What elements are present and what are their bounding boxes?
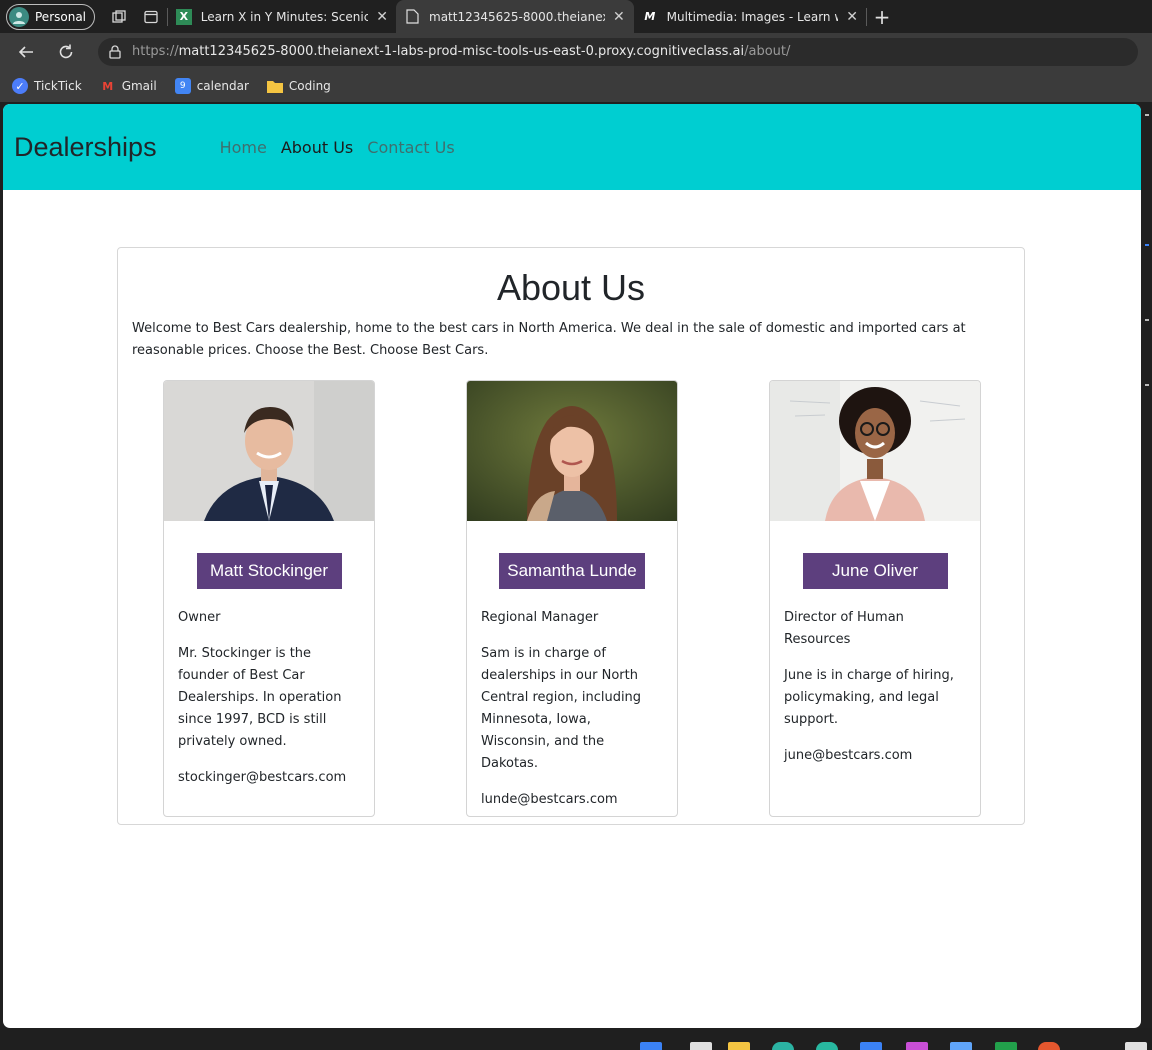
edge-mark	[1145, 319, 1149, 321]
url-host: matt12345625-8000.theianext-1-labs-prod-…	[178, 44, 745, 59]
tab-about-active[interactable]: matt12345625-8000.theianext-1- ✕	[396, 0, 635, 33]
person-bio: June is in charge of hiring, policymakin…	[784, 668, 954, 727]
taskbar-app-icon[interactable]	[816, 1042, 838, 1050]
learnx-favicon-icon: X	[176, 8, 192, 25]
bookmark-label: TickTick	[34, 79, 82, 93]
nav-link-contact[interactable]: Contact Us	[367, 138, 454, 157]
address-bar-row: https://matt12345625-8000.theianext-1-la…	[0, 33, 1152, 70]
taskbar-app-icon[interactable]	[690, 1042, 712, 1050]
tab-actions-icon[interactable]	[135, 1, 167, 33]
person-bio: Mr. Stockinger is the founder of Best Ca…	[178, 646, 342, 749]
bookmark-gmail[interactable]: M Gmail	[100, 78, 157, 94]
person-card-matt: Matt Stockinger Owner Mr. Stockinger is …	[163, 380, 375, 817]
os-taskbar	[0, 1028, 1152, 1050]
edge-mark	[1145, 244, 1149, 246]
tab-mdn[interactable]: M Multimedia: Images - Learn web ✕	[634, 0, 866, 33]
calendar-icon: 9	[174, 78, 191, 94]
profile-button[interactable]: Personal	[6, 3, 96, 30]
page-title: About Us	[496, 267, 646, 308]
taskbar-app-icon[interactable]	[860, 1042, 882, 1050]
gmail-icon: M	[102, 79, 114, 93]
person-email: lunde@bestcars.com	[481, 792, 618, 807]
close-icon[interactable]: ✕	[613, 9, 625, 25]
site-navbar: Dealerships Home About Us Contact Us	[3, 104, 1141, 190]
person-role: Owner	[178, 610, 221, 625]
taskbar-app-icon[interactable]	[1038, 1042, 1060, 1050]
new-tab-icon[interactable]: +	[867, 5, 897, 29]
bookmark-ticktick[interactable]: ✓ TickTick	[12, 78, 82, 94]
person-name-badge: Matt Stockinger	[196, 553, 342, 589]
samantha-photo	[467, 381, 677, 521]
refresh-icon[interactable]	[46, 36, 86, 68]
taskbar-app-icon[interactable]	[906, 1042, 928, 1050]
bookmark-label: Coding	[288, 79, 331, 93]
tab-title: matt12345625-8000.theianext-1-	[429, 9, 605, 24]
bookmark-label: Gmail	[121, 79, 157, 93]
person-email: june@bestcars.com	[784, 748, 913, 763]
matt-photo	[164, 381, 374, 521]
tab-title: Multimedia: Images - Learn web	[666, 9, 839, 24]
person-email: stockinger@bestcars.com	[178, 770, 347, 785]
url-scheme: https://	[132, 44, 179, 59]
about-intro-text: Welcome to Best Cars dealership, home to…	[132, 321, 966, 358]
bookmark-coding[interactable]: Coding	[266, 78, 331, 94]
person-name-badge: Samantha Lunde	[499, 553, 645, 589]
person-role: Regional Manager	[481, 610, 599, 625]
tab-title: Learn X in Y Minutes: Scenic Prog	[200, 9, 369, 24]
url-input[interactable]: https://matt12345625-8000.theianext-1-la…	[98, 37, 1138, 66]
window-edge	[1141, 104, 1152, 1028]
person-name-badge: June Oliver	[802, 553, 948, 589]
page-viewport: Dealerships Home About Us Contact Us Abo…	[3, 104, 1141, 1028]
edge-mark	[1145, 114, 1149, 116]
folder-icon[interactable]	[728, 1042, 750, 1050]
taskbar-app-icon[interactable]	[995, 1042, 1017, 1050]
profile-label: Personal	[35, 9, 87, 24]
mdn-favicon-icon: M	[644, 10, 656, 23]
taskbar-app-icon[interactable]	[950, 1042, 972, 1050]
person-bio: Sam is in charge of dealerships in our N…	[481, 646, 642, 771]
person-role: Director of Human Resources	[784, 610, 904, 647]
person-card-samantha: Samantha Lunde Regional Manager Sam is i…	[466, 380, 678, 817]
brand-logo-text[interactable]: Dealerships	[14, 132, 157, 163]
june-photo	[770, 381, 980, 521]
folder-icon	[266, 78, 283, 94]
avatar	[9, 6, 29, 27]
browser-icon[interactable]	[772, 1042, 794, 1050]
nav-link-about[interactable]: About Us	[281, 138, 353, 157]
workspaces-icon[interactable]	[103, 1, 135, 33]
close-icon[interactable]: ✕	[846, 9, 858, 25]
taskbar-app-icon[interactable]	[1125, 1042, 1147, 1050]
url-path: /about/	[744, 44, 791, 59]
tab-learnx[interactable]: X Learn X in Y Minutes: Scenic Prog ✕	[168, 0, 396, 33]
back-arrow-icon[interactable]	[6, 36, 46, 68]
bookmark-label: calendar	[196, 79, 249, 93]
lock-icon	[98, 44, 132, 59]
close-icon[interactable]: ✕	[376, 9, 388, 25]
person-card-june: June Oliver Director of Human Resources …	[769, 380, 981, 817]
bookmarks-bar: ✓ TickTick M Gmail 9 calendar Coding	[0, 70, 1152, 102]
about-card: About Us Welcome to Best Cars dealership…	[117, 247, 1025, 825]
browser-tab-strip: Personal X Learn X in Y Minutes: Scenic …	[0, 0, 1152, 33]
edge-mark	[1145, 384, 1149, 386]
start-icon[interactable]	[640, 1042, 662, 1050]
ticktick-icon: ✓	[12, 78, 28, 94]
page-icon	[404, 9, 420, 25]
nav-link-home[interactable]: Home	[220, 138, 267, 157]
bookmark-calendar[interactable]: 9 calendar	[174, 78, 249, 94]
